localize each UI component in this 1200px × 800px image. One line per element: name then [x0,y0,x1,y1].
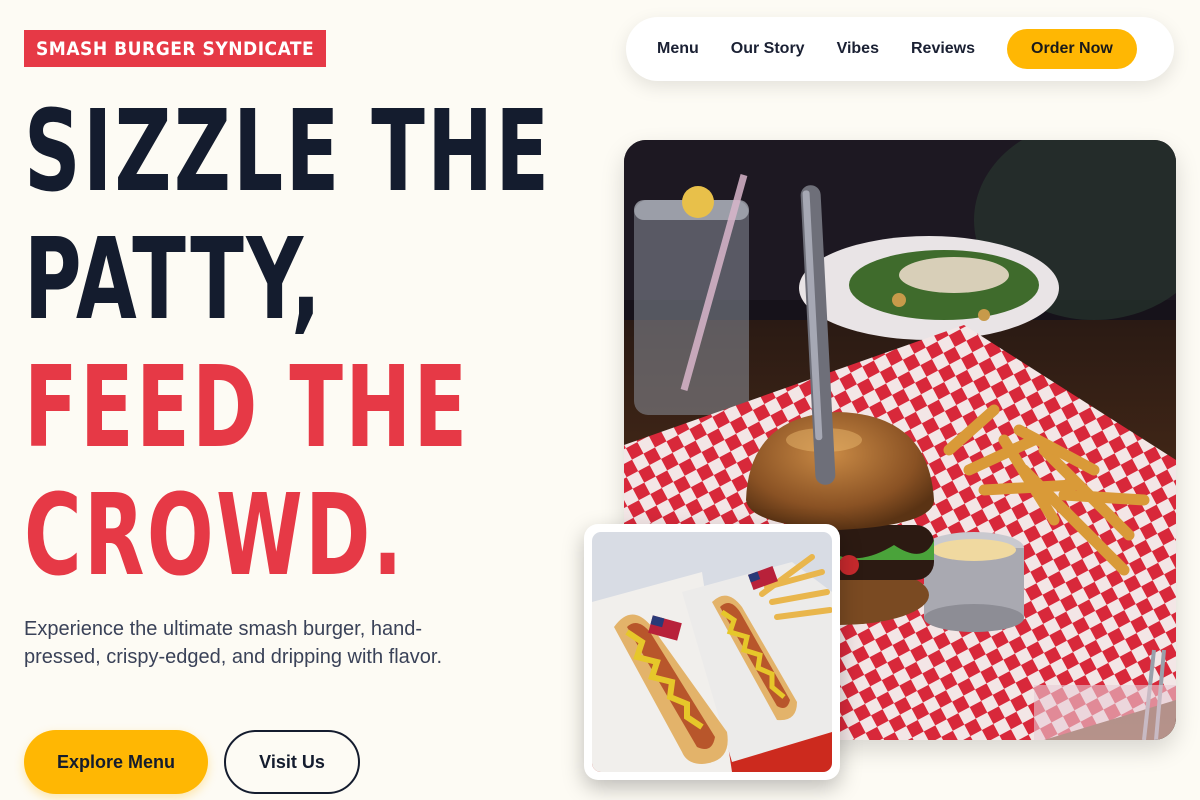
order-now-button[interactable]: Order Now [1007,29,1137,69]
hot-dogs-photo-card [584,524,840,780]
hot-dogs-photo [592,532,832,772]
explore-menu-button[interactable]: Explore Menu [24,730,208,794]
visit-us-button[interactable]: Visit Us [224,730,360,794]
nav-link-vibes[interactable]: Vibes [837,40,879,58]
headline-line-3: FEED THE [24,343,470,473]
nav-link-our-story[interactable]: Our Story [731,40,805,58]
headline-line-2: PATTY, [24,215,324,345]
headline-line-4: CROWD. [24,471,405,601]
hero-description: Experience the ultimate smash burger, ha… [24,618,443,668]
nav-link-reviews[interactable]: Reviews [911,40,975,58]
brand-tag[interactable]: SMASH BURGER SYNDICATE [24,30,327,67]
nav-link-menu[interactable]: Menu [657,40,699,58]
hero-headline: SIZZLE THE PATTY, FEED THE CROWD. [24,88,551,600]
top-nav: Menu Our Story Vibes Reviews Order Now [626,17,1174,81]
brand-name: SMASH BURGER SYNDICATE [36,37,315,60]
headline-line-1: SIZZLE THE [24,87,552,217]
